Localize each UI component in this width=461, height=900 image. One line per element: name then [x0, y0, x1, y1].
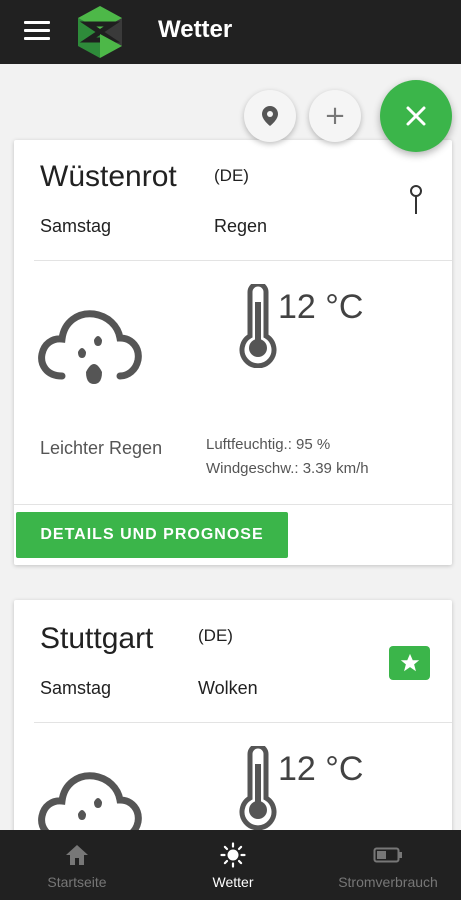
- condition: Wolken: [198, 678, 258, 698]
- home-icon: [66, 845, 88, 865]
- location-button[interactable]: [244, 90, 296, 142]
- city-name: Stuttgart: [40, 622, 154, 655]
- nav-label: Wetter: [212, 874, 254, 890]
- favorite-star-icon[interactable]: [389, 646, 430, 680]
- close-icon: [406, 106, 426, 126]
- nav-item-startseite[interactable]: Startseite: [30, 830, 124, 900]
- wind-speed: Windgeschw.: 3.39 km/h: [206, 460, 369, 477]
- divider: [34, 722, 452, 723]
- weekday: Samstag: [40, 216, 112, 236]
- app-title: Wetter: [158, 16, 233, 43]
- plus-icon: +: [324, 101, 346, 131]
- weather-description: Leichter Regen: [40, 438, 163, 458]
- temperature: 12 °C: [278, 288, 364, 326]
- sun-icon: [220, 842, 246, 868]
- weekday: Samstag: [40, 678, 112, 698]
- thermometer-icon: [239, 746, 277, 830]
- add-city-button[interactable]: +: [309, 90, 361, 142]
- divider: [34, 260, 452, 261]
- weather-card: Wüstenrot (DE) Samstag Regen 12 °C Leich…: [14, 140, 452, 565]
- condition: Regen: [214, 216, 268, 236]
- temperature: 12 °C: [278, 750, 364, 788]
- location-pin-icon: [262, 106, 278, 126]
- menu-icon[interactable]: [24, 21, 50, 41]
- close-fab-button[interactable]: [380, 80, 452, 152]
- pin-icon[interactable]: [406, 184, 426, 216]
- divider: [14, 504, 452, 505]
- city-name: Wüstenrot: [40, 160, 177, 193]
- humidity: Luftfeuchtig.: 95 %: [206, 436, 331, 453]
- details-forecast-button[interactable]: DETAILS UND PROGNOSE: [16, 512, 288, 558]
- app-logo: [78, 6, 122, 58]
- nav-item-wetter[interactable]: Wetter: [188, 830, 278, 900]
- battery-icon: [373, 847, 402, 863]
- nav-label: Startseite: [47, 874, 107, 890]
- country-code: (DE): [198, 626, 233, 645]
- nav-label: Stromverbrauch: [338, 874, 438, 890]
- rain-cloud-icon: [38, 310, 142, 384]
- top-app-bar: Wetter: [0, 0, 461, 64]
- nav-item-stromverbrauch[interactable]: Stromverbrauch: [320, 830, 456, 900]
- bottom-navigation: Startseite Wetter Stromverbrauch: [0, 830, 461, 900]
- country-code: (DE): [214, 166, 249, 185]
- thermometer-icon: [239, 284, 277, 368]
